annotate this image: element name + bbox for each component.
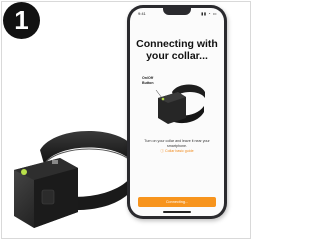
collar-guide-link[interactable]: ⓘ Collar basic guide [130,149,224,154]
collar-guide-label: Collar basic guide [165,149,194,153]
screen-title: Connecting with your collar... [136,38,218,62]
info-circle-icon: ⓘ [160,149,164,153]
instruction-text: Turn on your collar and leave it near yo… [144,139,210,148]
step-number-badge: 1 [3,2,40,39]
collar-device-image [155,84,205,124]
status-time: 9:41 [138,11,146,16]
status-icons: ▮▮ ◔ ▭ [201,11,217,16]
home-indicator [163,211,191,213]
connecting-button[interactable]: Connecting... [138,197,216,207]
phone-screen: 9:41 ▮▮ ◔ ▭ Connecting with your collar.… [130,8,224,216]
phone-notch [163,8,191,15]
smartphone: 9:41 ▮▮ ◔ ▭ Connecting with your collar.… [127,5,227,219]
collar-illustration [14,130,135,228]
